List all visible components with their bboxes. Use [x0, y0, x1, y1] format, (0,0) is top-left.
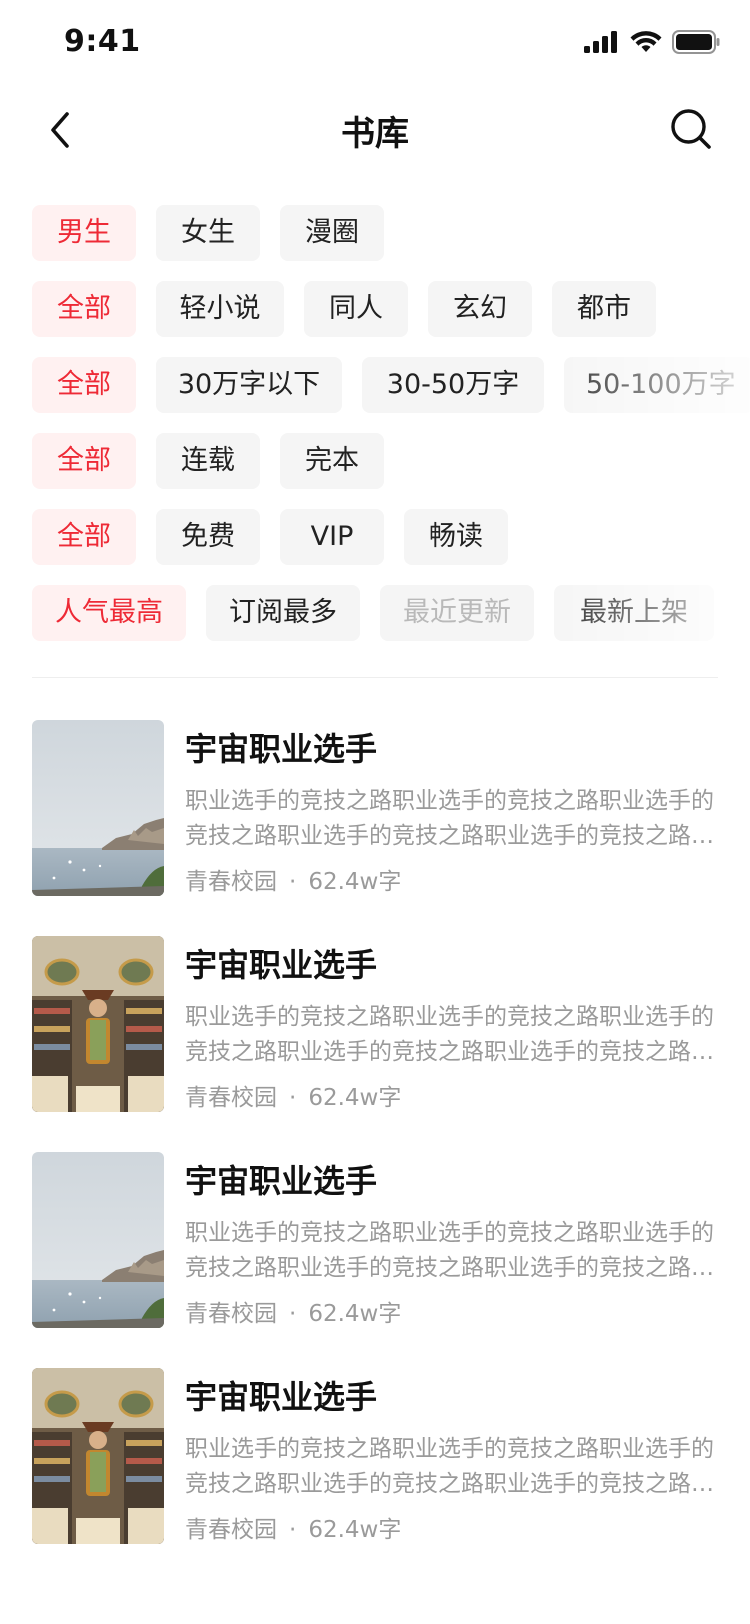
nav-header: 书库 — [0, 88, 750, 176]
book-info: 宇宙职业选手 职业选手的竞技之路职业选手的竞技之路职业选手的竞技之路职业选手的竞… — [185, 1368, 718, 1544]
book-cover-seaside — [32, 1152, 164, 1328]
status-bar: 9:41 — [0, 0, 750, 88]
signal-icon — [584, 31, 620, 53]
book-category: 青春校园 — [185, 1517, 277, 1543]
filter-row-length: 全部 30万字以下 30-50万字 50-100万字 — [32, 357, 750, 413]
book-title: 宇宙职业选手 — [185, 1162, 378, 1200]
section-divider — [32, 677, 718, 678]
book-category: 青春校园 — [185, 869, 277, 895]
chip-fantasy[interactable]: 玄幻 — [428, 281, 532, 337]
chip-most-subscribed[interactable]: 订阅最多 — [206, 585, 360, 641]
filter-row-gender: 男生 女生 漫圈 — [32, 205, 750, 261]
meta-separator: · — [289, 869, 297, 895]
chip-male[interactable]: 男生 — [32, 205, 136, 261]
book-info: 宇宙职业选手 职业选手的竞技之路职业选手的竞技之路职业选手的竞技之路职业选手的竞… — [185, 720, 718, 896]
chip-length-all[interactable]: 全部 — [32, 357, 136, 413]
book-cover-seaside — [32, 720, 164, 896]
chip-recently-updated[interactable]: 最近更新 — [380, 585, 534, 641]
meta-separator: · — [289, 1085, 297, 1111]
chip-completed[interactable]: 完本 — [280, 433, 384, 489]
book-item[interactable]: 宇宙职业选手 职业选手的竞技之路职业选手的竞技之路职业选手的竞技之路职业选手的竞… — [32, 1368, 718, 1544]
book-meta: 青春校园 · 62.4w字 — [185, 1078, 401, 1112]
chip-newest[interactable]: 最新上架 — [554, 585, 714, 641]
book-category: 青春校园 — [185, 1085, 277, 1111]
book-meta: 青春校园 · 62.4w字 — [185, 1294, 401, 1328]
filter-row-price: 全部 免费 VIP 畅读 — [32, 509, 750, 565]
book-info: 宇宙职业选手 职业选手的竞技之路职业选手的竞技之路职业选手的竞技之路职业选手的竞… — [185, 1152, 718, 1328]
chip-under-300k[interactable]: 30万字以下 — [156, 357, 342, 413]
chip-most-popular[interactable]: 人气最高 — [32, 585, 186, 641]
chip-500k-1m[interactable]: 50-100万字 — [564, 357, 750, 413]
book-cover-bookstore — [32, 936, 164, 1112]
meta-separator: · — [289, 1301, 297, 1327]
filter-row-sort: 人气最高 订阅最多 最近更新 最新上架 — [32, 585, 750, 641]
book-item[interactable]: 宇宙职业选手 职业选手的竞技之路职业选手的竞技之路职业选手的竞技之路职业选手的竞… — [32, 936, 718, 1112]
chip-price-all[interactable]: 全部 — [32, 509, 136, 565]
search-button[interactable] — [666, 106, 716, 156]
chip-genre-all[interactable]: 全部 — [32, 281, 136, 337]
wifi-icon — [630, 30, 662, 54]
chip-unlimited[interactable]: 畅读 — [404, 509, 508, 565]
book-title: 宇宙职业选手 — [185, 946, 378, 984]
book-info: 宇宙职业选手 职业选手的竞技之路职业选手的竞技之路职业选手的竞技之路职业选手的竞… — [185, 936, 718, 1112]
chip-status-all[interactable]: 全部 — [32, 433, 136, 489]
chip-female[interactable]: 女生 — [156, 205, 260, 261]
status-icons — [584, 30, 720, 54]
filter-row-status: 全部 连载 完本 — [32, 433, 750, 489]
book-title: 宇宙职业选手 — [185, 1378, 378, 1416]
chip-urban[interactable]: 都市 — [552, 281, 656, 337]
chip-serializing[interactable]: 连载 — [156, 433, 260, 489]
book-item[interactable]: 宇宙职业选手 职业选手的竞技之路职业选手的竞技之路职业选手的竞技之路职业选手的竞… — [32, 1152, 718, 1328]
book-title: 宇宙职业选手 — [185, 730, 378, 768]
book-meta: 青春校园 · 62.4w字 — [185, 862, 401, 896]
book-item[interactable]: 宇宙职业选手 职业选手的竞技之路职业选手的竞技之路职业选手的竞技之路职业选手的竞… — [32, 720, 718, 896]
book-word-count: 62.4w字 — [308, 1517, 402, 1543]
book-cover-bookstore — [32, 1368, 164, 1544]
book-description: 职业选手的竞技之路职业选手的竞技之路职业选手的竞技之路职业选手的竞技之路职业选手… — [185, 788, 714, 849]
filter-row-genre: 全部 轻小说 同人 玄幻 都市 — [32, 281, 750, 337]
book-description: 职业选手的竞技之路职业选手的竞技之路职业选手的竞技之路职业选手的竞技之路职业选手… — [185, 1220, 714, 1281]
book-description: 职业选手的竞技之路职业选手的竞技之路职业选手的竞技之路职业选手的竞技之路职业选手… — [185, 1436, 714, 1497]
book-list: 宇宙职业选手 职业选手的竞技之路职业选手的竞技之路职业选手的竞技之路职业选手的竞… — [32, 720, 718, 1584]
status-time: 9:41 — [64, 24, 141, 59]
chip-comic[interactable]: 漫圈 — [280, 205, 384, 261]
chip-vip[interactable]: VIP — [280, 509, 384, 565]
chip-light-novel[interactable]: 轻小说 — [156, 281, 284, 337]
book-meta: 青春校园 · 62.4w字 — [185, 1510, 401, 1544]
page-title: 书库 — [341, 114, 409, 154]
book-description: 职业选手的竞技之路职业选手的竞技之路职业选手的竞技之路职业选手的竞技之路职业选手… — [185, 1004, 714, 1065]
book-word-count: 62.4w字 — [308, 1085, 402, 1111]
filter-panel: 男生 女生 漫圈 全部 轻小说 同人 玄幻 都市 全部 30万字以下 30-50… — [32, 205, 750, 661]
chip-300k-500k[interactable]: 30-50万字 — [362, 357, 544, 413]
book-category: 青春校园 — [185, 1301, 277, 1327]
book-word-count: 62.4w字 — [308, 869, 402, 895]
meta-separator: · — [289, 1517, 297, 1543]
chip-fan-fiction[interactable]: 同人 — [304, 281, 408, 337]
battery-icon — [672, 30, 720, 54]
book-word-count: 62.4w字 — [308, 1301, 402, 1327]
search-icon — [670, 108, 712, 154]
chip-free[interactable]: 免费 — [156, 509, 260, 565]
